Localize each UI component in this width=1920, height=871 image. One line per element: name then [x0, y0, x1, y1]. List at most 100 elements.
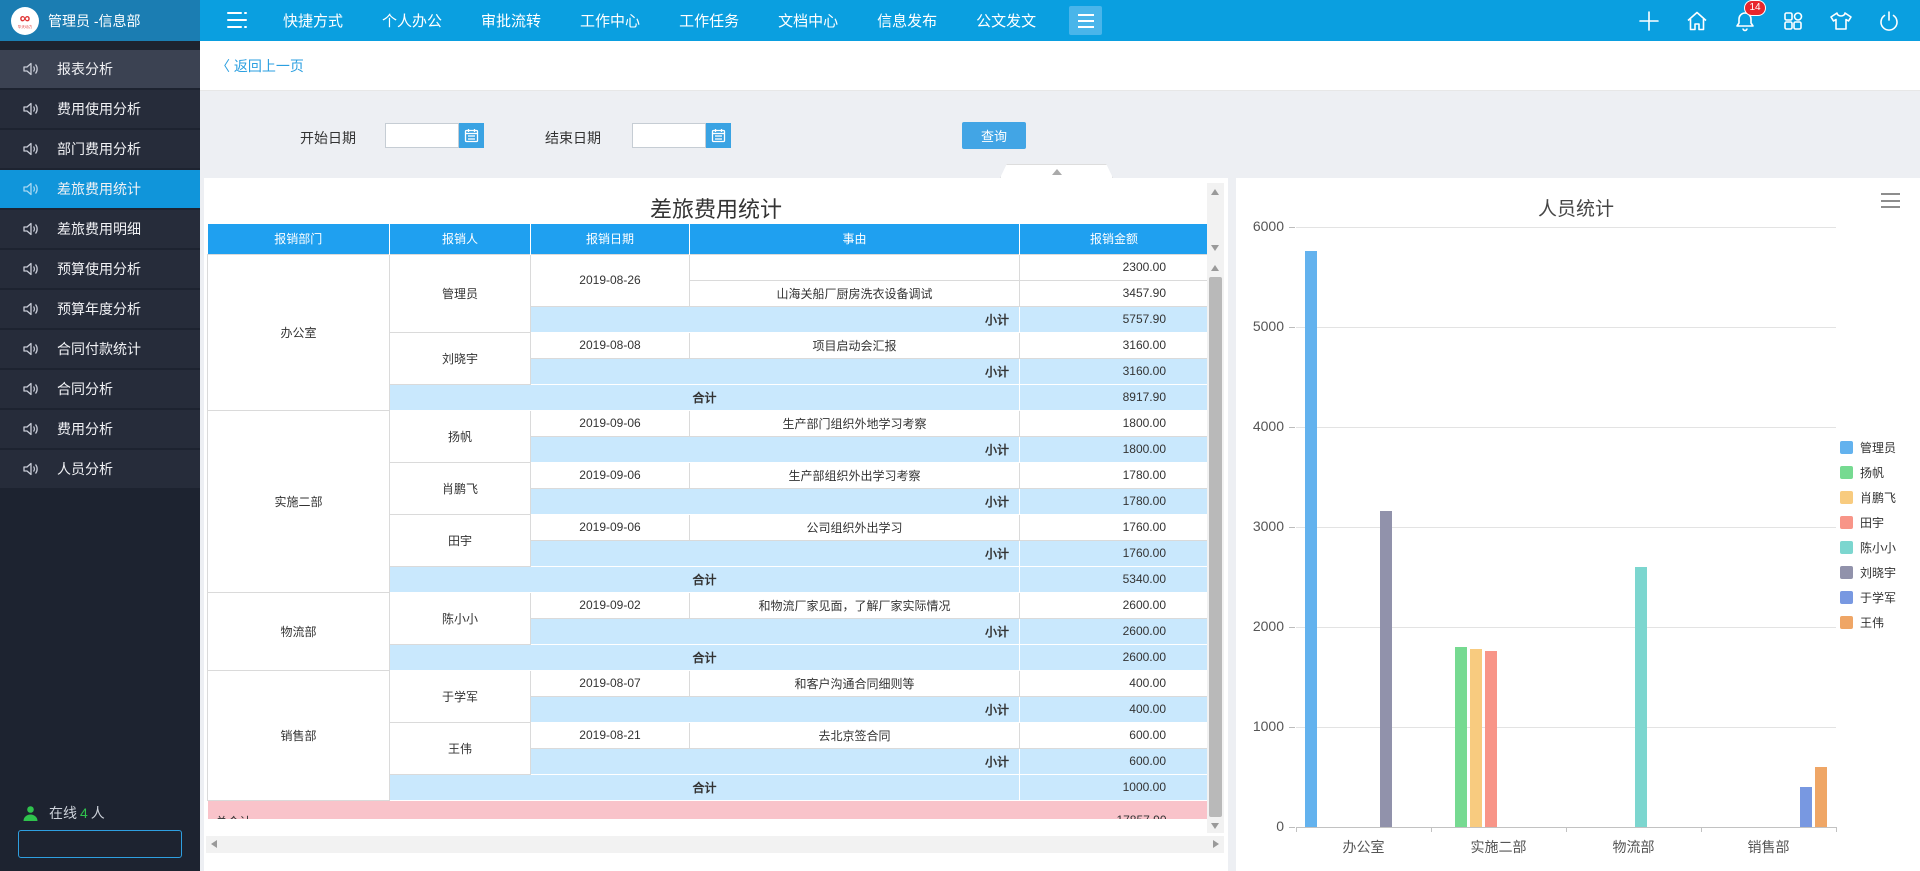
- reason-cell: 和物流厂家见面，了解厂家实际情况: [689, 591, 1020, 619]
- reason-cell: [689, 253, 1020, 281]
- report-panel: 差旅费用统计 报销部门 报销人 报销日期 事由 报销金额 办公室 管理员 2019-08-2…: [204, 178, 1228, 871]
- reason-cell: 和客户沟通合同细则等: [689, 669, 1020, 697]
- sidebar-item-6[interactable]: 预算年度分析: [0, 290, 200, 328]
- subtotal-label-cell: 小计: [530, 617, 1020, 645]
- bar-王伟-销售部[interactable]: [1815, 767, 1828, 827]
- power-icon[interactable]: [1876, 8, 1902, 34]
- legend-item-扬帆[interactable]: 扬帆: [1840, 460, 1896, 485]
- sidebar-item-label: 差旅费用统计: [57, 181, 141, 197]
- shirt-icon[interactable]: [1828, 8, 1854, 34]
- legend-item-刘晓宇[interactable]: 刘晓宇: [1840, 560, 1896, 585]
- vertical-scrollbar[interactable]: [1207, 183, 1224, 833]
- speaker-icon: [23, 422, 39, 436]
- bell-icon[interactable]: 14: [1732, 0, 1766, 34]
- start-date-input[interactable]: [385, 123, 459, 148]
- legend-item-管理员[interactable]: 管理员: [1840, 435, 1896, 460]
- sidebar-item-4[interactable]: 差旅费用明细: [0, 210, 200, 248]
- end-date-input[interactable]: [632, 123, 706, 148]
- reason-cell: 去北京签合同: [689, 721, 1020, 749]
- expense-row: 销售部 于学军 2019-08-07 和客户沟通合同细则等 400.00: [207, 669, 1209, 801]
- home-icon[interactable]: [1684, 8, 1710, 34]
- sidebar-item-10[interactable]: 人员分析: [0, 450, 200, 488]
- legend-item-肖鹏飞[interactable]: 肖鹏飞: [1840, 485, 1896, 510]
- legend-swatch: [1840, 541, 1853, 554]
- amount-cell: 1760.00: [1019, 513, 1209, 541]
- vertical-scrollbar-thumb[interactable]: [1209, 277, 1222, 817]
- total-amount-cell: 8917.90: [1019, 383, 1209, 411]
- bar-于学军-销售部[interactable]: [1800, 787, 1813, 827]
- bar-肖鹏飞-实施二部[interactable]: [1469, 649, 1482, 827]
- legend-item-陈小小[interactable]: 陈小小: [1840, 535, 1896, 560]
- end-date-label: 结束日期: [545, 130, 601, 146]
- legend-item-于学军[interactable]: 于学军: [1840, 585, 1896, 610]
- nav-item-3[interactable]: 工作中心: [580, 10, 640, 31]
- speaker-icon: [23, 102, 39, 116]
- sidebar-item-3[interactable]: 差旅费用统计: [0, 170, 200, 208]
- nav-item-1[interactable]: 个人办公: [382, 10, 442, 31]
- nav-item-4[interactable]: 工作任务: [679, 10, 739, 31]
- bar-刘晓宇-办公室[interactable]: [1380, 511, 1393, 827]
- apps-icon[interactable]: [1780, 8, 1806, 34]
- end-date-calendar-icon[interactable]: [706, 123, 731, 148]
- query-button[interactable]: 查询: [962, 122, 1026, 149]
- amount-cell: 600.00: [1019, 721, 1209, 749]
- gridline: [1296, 627, 1836, 628]
- subtotal-label-cell: 小计: [530, 305, 1020, 333]
- amount-cell: 1780.00: [1019, 461, 1209, 489]
- nav-item-5[interactable]: 文档中心: [778, 10, 838, 31]
- report-title: 差旅费用统计: [649, 197, 782, 222]
- chart-menu-icon[interactable]: [1881, 193, 1900, 208]
- amount-cell: 3457.90: [1019, 279, 1209, 307]
- bar-扬帆-实施二部[interactable]: [1454, 647, 1467, 827]
- legend-item-王伟[interactable]: 王伟: [1840, 610, 1896, 635]
- nav-item-0[interactable]: 快捷方式: [283, 10, 343, 31]
- chart-legend: 管理员 扬帆肖鹏飞田宇 陈小小 刘晓宇于学军王伟: [1840, 435, 1896, 635]
- nav-item-6[interactable]: 信息发布: [877, 10, 937, 31]
- more-menus-icon[interactable]: [1069, 6, 1102, 35]
- total-amount-cell: 5340.00: [1019, 565, 1209, 593]
- nav-item-7[interactable]: 公文发文: [976, 10, 1036, 31]
- bar-田宇-实施二部[interactable]: [1484, 651, 1497, 827]
- date-cell: 2019-08-21: [530, 721, 690, 749]
- sidebar-item-5[interactable]: 预算使用分析: [0, 250, 200, 288]
- chevron-up-icon: [1051, 168, 1062, 175]
- gridline: [1296, 527, 1836, 528]
- nav-item-2[interactable]: 审批流转: [481, 10, 541, 31]
- start-date-calendar-icon[interactable]: [459, 123, 484, 148]
- legend-label: 肖鹏飞: [1860, 491, 1897, 505]
- app-logo-icon[interactable]: ∞ 华天动力: [11, 6, 39, 35]
- bar-陈小小-物流部[interactable]: [1635, 567, 1648, 827]
- date-cell: 2019-09-02: [530, 591, 690, 619]
- sidebar-item-0[interactable]: 报表分析: [0, 50, 200, 88]
- date-cell: 2019-08-26: [530, 253, 690, 307]
- sidebar-item-2[interactable]: 部门费用分析: [0, 130, 200, 168]
- plus-icon[interactable]: [1636, 8, 1662, 34]
- sidebar-search-input[interactable]: [19, 832, 207, 856]
- back-link[interactable]: 〈 返回上一页: [216, 56, 304, 76]
- sidebar-item-label: 部门费用分析: [57, 141, 141, 157]
- sidebar-item-label: 预算使用分析: [57, 261, 141, 277]
- topbar: ∞ 华天动力 管理员 -信息部 快捷方式 个人办公 审批流转 工作中心 工作任务 文档中心…: [0, 0, 1920, 41]
- bar-管理员-办公室[interactable]: [1304, 251, 1317, 827]
- legend-label: 于学军: [1860, 591, 1897, 605]
- legend-label: 王伟: [1860, 616, 1885, 630]
- sidebar-toggle-icon[interactable]: [225, 8, 251, 32]
- horizontal-scrollbar[interactable]: [206, 836, 1224, 853]
- sidebar-item-9[interactable]: 费用分析: [0, 410, 200, 448]
- sidebar-item-8[interactable]: 合同分析: [0, 370, 200, 408]
- legend-item-田宇[interactable]: 田宇: [1840, 510, 1896, 535]
- person-cell: 于学军: [389, 669, 531, 723]
- y-axis-label: 3000: [1252, 518, 1284, 534]
- legend-swatch: [1840, 616, 1853, 629]
- total-label-cell: 合计: [389, 643, 1020, 671]
- legend-swatch: [1840, 491, 1853, 504]
- sidebar-item-label: 合同分析: [57, 381, 113, 397]
- subtotal-amount-cell: 2600.00: [1019, 617, 1209, 645]
- sidebar-item-7[interactable]: 合同付款统计: [0, 330, 200, 368]
- legend-swatch: [1840, 441, 1853, 454]
- sidebar-search: [18, 830, 223, 858]
- gridline: [1296, 727, 1836, 728]
- collapse-filter-tab[interactable]: [1000, 164, 1113, 178]
- sidebar-item-label: 预算年度分析: [57, 301, 141, 317]
- sidebar-item-1[interactable]: 费用使用分析: [0, 90, 200, 128]
